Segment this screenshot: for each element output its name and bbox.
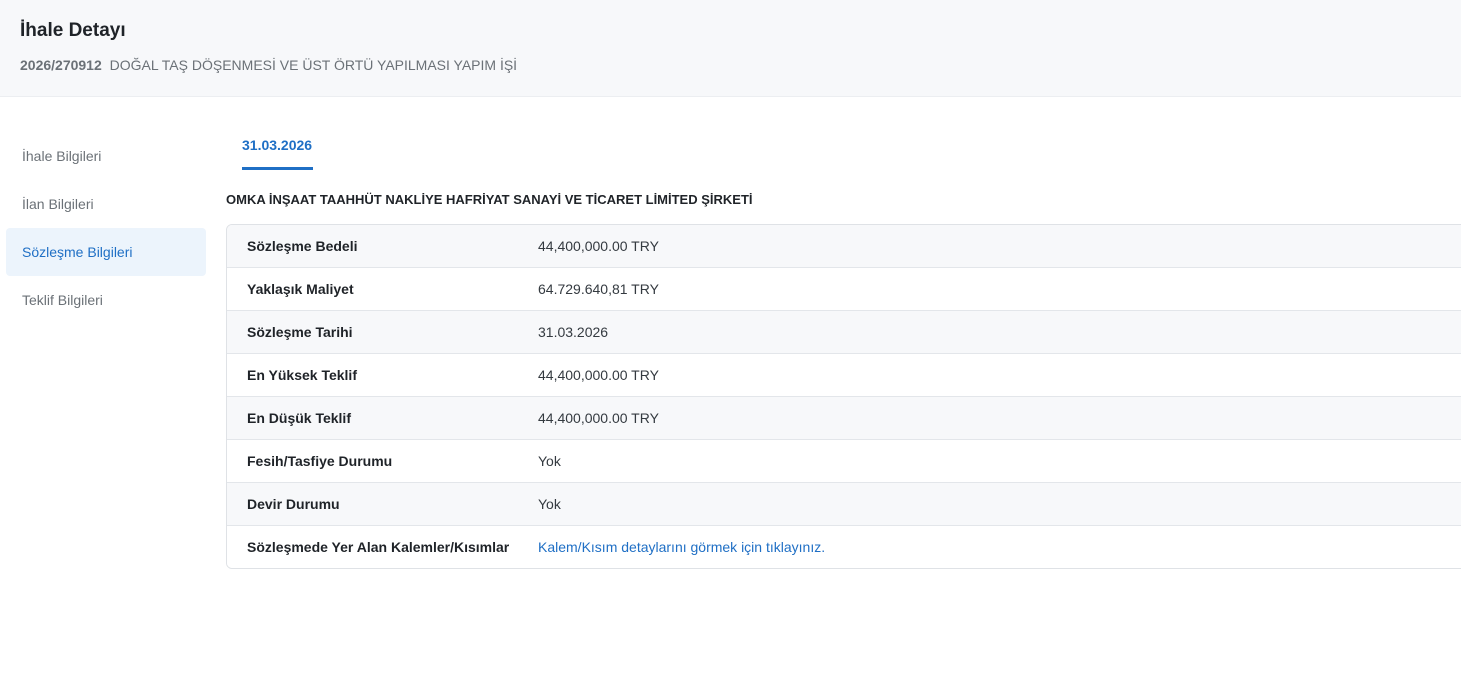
row-label: En Yüksek Teklif xyxy=(247,367,357,383)
table-row: Devir Durumu Yok xyxy=(227,483,1461,526)
row-label: Sözleşmede Yer Alan Kalemler/Kısımlar xyxy=(247,539,510,555)
sidebar-item-sozlesme-bilgileri[interactable]: Sözleşme Bilgileri xyxy=(6,228,206,276)
page-title: İhale Detayı xyxy=(20,20,126,41)
row-value: 44,400,000.00 TRY xyxy=(538,238,659,254)
items-details-link[interactable]: Kalem/Kısım detaylarını görmek için tıkl… xyxy=(538,526,825,568)
row-label: Fesih/Tasfiye Durumu xyxy=(247,453,393,469)
tab-contract-date[interactable]: 31.03.2026 xyxy=(242,137,312,153)
contract-details-table: Sözleşme Bedeli 44,400,000.00 TRY Yaklaş… xyxy=(226,224,1461,569)
row-label: En Düşük Teklif xyxy=(247,410,351,426)
row-value: 44,400,000.00 TRY xyxy=(538,410,659,426)
active-tab-indicator xyxy=(242,167,313,170)
row-label: Sözleşme Tarihi xyxy=(247,324,353,340)
table-row: Fesih/Tasfiye Durumu Yok xyxy=(227,440,1461,483)
page-header: İhale Detayı 2026/270912 DOĞAL TAŞ DÖŞEN… xyxy=(0,0,1461,97)
sidebar-nav: İhale Bilgileri İlan Bilgileri Sözleşme … xyxy=(6,132,206,324)
table-row: Sözleşme Tarihi 31.03.2026 xyxy=(227,311,1461,354)
tender-name: DOĞAL TAŞ DÖŞENMESİ VE ÜST ÖRTÜ YAPILMAS… xyxy=(109,57,518,73)
sidebar-item-teklif-bilgileri[interactable]: Teklif Bilgileri xyxy=(6,276,206,324)
sidebar-item-ihale-bilgileri[interactable]: İhale Bilgileri xyxy=(6,132,206,180)
table-row: Sözleşme Bedeli 44,400,000.00 TRY xyxy=(227,225,1461,268)
row-value: 31.03.2026 xyxy=(538,324,609,340)
row-value: Yok xyxy=(538,453,561,469)
company-name: OMKA İNŞAAT TAAHHÜT NAKLİYE HAFRİYAT SAN… xyxy=(226,192,753,207)
sidebar-item-ilan-bilgileri[interactable]: İlan Bilgileri xyxy=(6,180,206,228)
row-label: Sözleşme Bedeli xyxy=(247,238,358,254)
row-value: 64.729.640,81 TRY xyxy=(538,281,659,297)
table-row: Yaklaşık Maliyet 64.729.640,81 TRY xyxy=(227,268,1461,311)
row-label: Yaklaşık Maliyet xyxy=(247,281,354,297)
table-row: En Yüksek Teklif 44,400,000.00 TRY xyxy=(227,354,1461,397)
row-label: Devir Durumu xyxy=(247,496,340,512)
tender-code: 2026/270912 xyxy=(20,57,102,73)
tender-subtitle: 2026/270912 DOĞAL TAŞ DÖŞENMESİ VE ÜST Ö… xyxy=(20,57,517,73)
row-value: Yok xyxy=(538,496,561,512)
table-row: En Düşük Teklif 44,400,000.00 TRY xyxy=(227,397,1461,440)
row-value: 44,400,000.00 TRY xyxy=(538,367,659,383)
table-row: Sözleşmede Yer Alan Kalemler/Kısımlar Ka… xyxy=(227,526,1461,568)
